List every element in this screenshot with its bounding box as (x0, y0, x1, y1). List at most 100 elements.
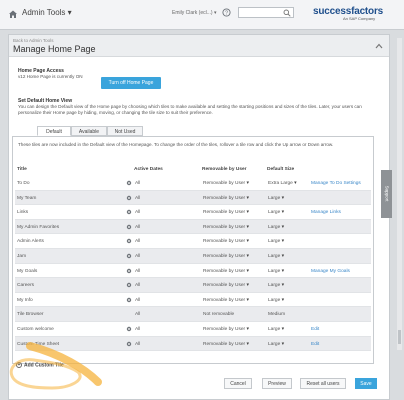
tile-title: Custom welcome (17, 326, 54, 332)
tab-default[interactable]: Default (37, 126, 71, 136)
tile-active-dates: All (135, 283, 141, 289)
help-icon[interactable]: ? (222, 8, 231, 17)
table-row[interactable]: My Goals All Removable by User ▾ Large ▾ Man… (15, 264, 371, 279)
save-button[interactable]: Save (355, 378, 377, 389)
tile-action-link[interactable]: Manage My Goals (311, 269, 350, 274)
tile-removable-select[interactable]: Removable by User ▾ (203, 225, 249, 230)
tile-size-value: Large (268, 239, 281, 245)
tile-action-link[interactable]: Manage Links (311, 210, 341, 215)
tile-size-select[interactable]: Large ▾ (268, 269, 284, 274)
gear-icon[interactable] (126, 268, 132, 274)
tile-removable-select[interactable]: Removable by User ▾ (203, 269, 249, 274)
table-row[interactable]: Jam All Removable by User ▾ Large ▾ (15, 248, 371, 264)
tile-removable-select[interactable]: Removable by User ▾ (203, 239, 249, 244)
gear-icon[interactable] (126, 224, 132, 230)
default-view-description: You can design the Default view of the H… (18, 104, 362, 115)
tile-size-select[interactable]: Large ▾ (268, 254, 284, 259)
add-custom-tile-button[interactable]: + Add Custom Tile (16, 362, 64, 368)
scrollbar-track[interactable] (397, 38, 402, 350)
tile-size-select[interactable]: Large ▾ (268, 210, 284, 215)
tile-size-value: Large (268, 210, 281, 216)
tile-size-select[interactable]: Large ▾ (268, 342, 284, 347)
scrollbar-thumb[interactable] (398, 330, 401, 344)
tile-size-value: Large (268, 195, 281, 201)
chevron-down-icon: ▾ (281, 239, 285, 245)
app-title-menu[interactable]: Admin Tools ▾ (22, 8, 72, 17)
turn-off-home-page-button[interactable]: Turn off Home Page (101, 77, 161, 89)
home-icon[interactable] (8, 9, 18, 19)
gear-icon[interactable] (126, 209, 132, 215)
gear-icon[interactable] (126, 297, 132, 303)
breadcrumb[interactable]: Back to Admin Tools (13, 38, 53, 43)
tile-removable-select[interactable]: Removable by User ▾ (203, 210, 249, 215)
gear-icon[interactable] (126, 253, 132, 259)
tile-removable-select[interactable]: Removable by User ▾ (203, 342, 249, 347)
gear-icon[interactable] (126, 238, 132, 244)
tile-removable-select[interactable]: Removable by User ▾ (203, 196, 249, 201)
table-row[interactable]: Links All Removable by User ▾ Large ▾ Manage… (15, 205, 371, 220)
table-row[interactable]: My Team All Removable by User ▾ Large ▾ (15, 190, 371, 206)
table-row[interactable]: Custom welcome All Removable by User ▾ Larg… (15, 322, 371, 337)
reset-all-users-button[interactable]: Reset all users (300, 378, 346, 389)
tile-removable-value: Removable by User (203, 210, 246, 216)
tile-size-select[interactable]: Large ▾ (268, 327, 284, 332)
chevron-down-icon: ▾ (246, 195, 249, 201)
tile-size-select[interactable]: Large ▾ (268, 283, 284, 288)
gear-icon[interactable] (126, 180, 132, 186)
chevron-down-icon: ▾ (281, 341, 285, 347)
cancel-button[interactable]: Cancel (224, 378, 252, 389)
tile-removable-select[interactable]: Removable by User ▾ (203, 327, 249, 332)
tile-size-value: Large (268, 283, 281, 289)
tile-size-select[interactable]: Large ▾ (268, 196, 284, 201)
support-tab[interactable]: Support (381, 170, 392, 218)
search-input[interactable] (238, 7, 294, 18)
collapse-icon[interactable] (375, 43, 383, 49)
search-icon[interactable] (283, 9, 291, 17)
table-row[interactable]: Custom Time Sheet All Removable by User ▾ L… (15, 336, 371, 352)
tile-size-value: Large (268, 268, 281, 274)
gear-icon[interactable] (126, 341, 132, 347)
tile-title: Jam (17, 253, 27, 259)
chevron-down-icon: ▾ (281, 224, 285, 230)
chevron-down-icon: ▾ (67, 8, 72, 17)
tile-action-link[interactable]: Edit (311, 327, 319, 332)
tile-size-select[interactable]: Extra Large ▾ (268, 181, 297, 186)
tile-action-link[interactable]: Manage To Do Settings (311, 181, 361, 186)
tile-size-select[interactable]: Large ▾ (268, 225, 284, 230)
tile-size-select[interactable]: Large ▾ (268, 298, 284, 303)
gear-icon[interactable] (126, 326, 132, 332)
chevron-down-icon: ▾ (213, 10, 217, 16)
tile-size-select: Medium (268, 312, 285, 317)
gear-icon[interactable] (126, 282, 132, 288)
table-row[interactable]: Admin Alerts All Removable by User ▾ Large … (15, 234, 371, 249)
tile-removable-value: Removable by User (203, 181, 246, 186)
tile-action-link[interactable]: Edit (311, 342, 319, 347)
table-row[interactable]: Careers All Removable by User ▾ Large ▾ (15, 278, 371, 293)
preview-button[interactable]: Preview (262, 378, 292, 389)
tile-active-dates: All (135, 181, 141, 186)
top-bar: Admin Tools ▾ Emily Clark (ecl...) ▾ ? s… (0, 0, 404, 30)
table-row[interactable]: My Admin Favorites All Removable by User ▾… (15, 219, 371, 235)
table-row[interactable]: My Info All Removable by User ▾ Large ▾ (15, 293, 371, 308)
tile-removable-select[interactable]: Removable by User ▾ (203, 254, 249, 259)
gear-icon[interactable] (126, 195, 132, 201)
chevron-down-icon: ▾ (246, 239, 249, 245)
tile-removable-select[interactable]: Removable by User ▾ (203, 181, 249, 186)
tab-not-used[interactable]: Not Used (107, 126, 143, 136)
chevron-down-icon: ▾ (281, 326, 285, 332)
tile-size-select[interactable]: Large ▾ (268, 239, 284, 244)
tiles-table: To Do All Removable by User ▾ Extra Large ▾… (15, 176, 371, 352)
tab-available[interactable]: Available (71, 126, 107, 136)
tile-active-dates: All (135, 224, 141, 230)
table-row[interactable]: Tile Browser All Not removable Medium (15, 307, 371, 322)
tile-removable-select[interactable]: Removable by User ▾ (203, 283, 249, 288)
column-active-dates: Active Dates (134, 167, 163, 172)
column-removable: Removable by User (202, 167, 247, 172)
tile-active-dates: All (135, 312, 141, 318)
tile-active-dates: All (135, 253, 141, 259)
table-row[interactable]: To Do All Removable by User ▾ Extra Large ▾… (15, 176, 371, 191)
tile-removable-select[interactable]: Removable by User ▾ (203, 298, 249, 303)
tile-removable-value: Removable by User (203, 326, 246, 332)
chevron-down-icon: ▾ (246, 326, 249, 332)
user-menu[interactable]: Emily Clark (ecl...) ▾ (172, 10, 216, 16)
